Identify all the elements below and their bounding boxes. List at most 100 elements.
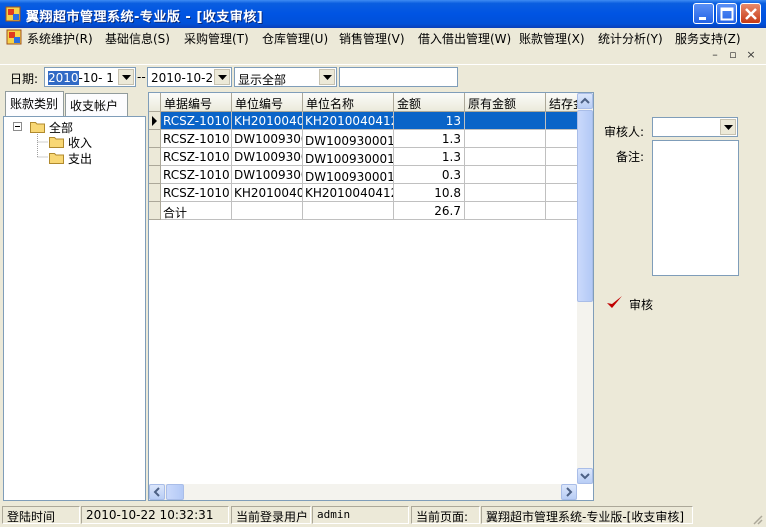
cell-amount[interactable]: 1.3 — [394, 148, 465, 166]
title-bar: 翼翔超市管理系统-专业版 - [收支审核] — [0, 0, 766, 28]
cell-original-amount[interactable] — [465, 130, 546, 148]
scroll-up-button[interactable] — [577, 93, 593, 109]
tree-node-income[interactable]: 收入 — [68, 134, 92, 151]
menu-warehouse[interactable]: 仓库管理(U) — [262, 30, 328, 47]
login-time-value: 2010-10-22 10:32:31 — [81, 506, 229, 524]
column-header[interactable]: 单据编号 — [161, 93, 232, 112]
date-to-picker[interactable]: 2010-10-22 — [147, 67, 232, 87]
cell-doc-no[interactable]: RCSZ-101016 — [161, 166, 232, 184]
mdi-controls: – ▫ × — [708, 49, 764, 63]
app-menu-icon[interactable] — [6, 29, 22, 45]
tab-account-category[interactable]: 账款类别 — [5, 91, 64, 117]
minimize-icon — [699, 17, 706, 20]
column-header[interactable]: 结存金额 — [546, 93, 578, 112]
cell-unit-no[interactable]: DW10093000 — [232, 166, 303, 184]
menu-accounts[interactable]: 账款管理(X) — [519, 30, 585, 47]
row-header-corner — [149, 93, 161, 112]
scroll-thumb[interactable] — [577, 110, 593, 302]
date-label: 日期: — [10, 72, 39, 86]
note-label: 备注: — [616, 150, 645, 164]
resize-grip-icon[interactable] — [751, 513, 763, 525]
scroll-down-button[interactable] — [577, 468, 593, 484]
cell-doc-no[interactable]: RCSZ-101016 — [161, 184, 232, 202]
child-minimize-icon[interactable]: – — [708, 49, 722, 62]
total-label: 合计 — [161, 202, 232, 220]
tree-node-expense[interactable]: 支出 — [68, 150, 92, 167]
menu-borrow-lend[interactable]: 借入借出管理(W) — [418, 30, 511, 47]
cell-unit-no[interactable]: KH201004041 — [232, 184, 303, 202]
total-amount: 26.7 — [394, 202, 465, 220]
data-grid: 单据编号 单位编号 单位名称 金额 原有金额 结存金额 RCSZ-101016 … — [148, 92, 594, 501]
total-cell — [232, 202, 303, 220]
tab-account[interactable]: 收支帐户 — [65, 93, 128, 116]
close-icon — [745, 8, 757, 20]
date-from-value: 2010-10- 1 — [48, 71, 114, 85]
cell-amount[interactable]: 13 — [394, 112, 465, 130]
maximize-button[interactable] — [716, 3, 737, 24]
maximize-icon — [720, 7, 734, 21]
close-button[interactable] — [740, 3, 761, 24]
current-page-value: 翼翔超市管理系统-专业版-[收支审核] — [481, 506, 693, 524]
column-header[interactable]: 原有金额 — [465, 93, 546, 112]
cell-doc-no[interactable]: RCSZ-101016 — [161, 148, 232, 166]
chevron-down-icon[interactable] — [214, 69, 230, 85]
cell-unit-no[interactable]: DW10093000 — [232, 148, 303, 166]
cell-balance[interactable] — [546, 112, 578, 130]
cell-unit-name[interactable]: DW100930001.八 — [303, 130, 394, 148]
cell-balance[interactable] — [546, 130, 578, 148]
cell-balance[interactable] — [546, 166, 578, 184]
cell-doc-no[interactable]: RCSZ-101016 — [161, 130, 232, 148]
scroll-left-button[interactable] — [149, 484, 165, 500]
category-tree: 全部 收入 支出 — [3, 116, 146, 501]
menu-basic-info[interactable]: 基础信息(S) — [105, 30, 170, 47]
child-restore-icon[interactable]: ▫ — [726, 49, 740, 62]
menu-system[interactable]: 系统维护(R) — [27, 30, 93, 47]
menu-statistics[interactable]: 统计分析(Y) — [598, 30, 663, 47]
cell-unit-no[interactable]: KH201004041 — [232, 112, 303, 130]
menu-support[interactable]: 服务支持(Z) — [675, 30, 741, 47]
menu-purchase[interactable]: 采购管理(T) — [184, 30, 249, 47]
cell-doc-no[interactable]: RCSZ-101016 — [161, 112, 232, 130]
cell-unit-name[interactable]: DW100930001.八 — [303, 166, 394, 184]
cell-original-amount[interactable] — [465, 112, 546, 130]
approve-button[interactable]: 审核 — [629, 296, 653, 313]
minimize-button[interactable] — [693, 3, 714, 24]
display-mode-select[interactable]: 显示全部 — [234, 67, 337, 87]
vertical-scrollbar[interactable] — [577, 93, 593, 484]
search-input[interactable] — [339, 67, 458, 87]
chevron-down-icon[interactable] — [720, 119, 736, 135]
column-header[interactable]: 金额 — [394, 93, 465, 112]
horizontal-scrollbar[interactable] — [149, 484, 577, 500]
window-title: 翼翔超市管理系统-专业版 - [收支审核] — [26, 10, 264, 25]
reviewer-select[interactable] — [652, 117, 738, 137]
filter-toolbar: 日期: 2010-10- 1 -- 2010-10-22 显示全部 — [0, 64, 766, 90]
cell-unit-name[interactable]: DW100930001.八 — [303, 148, 394, 166]
cell-unit-no[interactable]: DW10093000 — [232, 130, 303, 148]
note-textarea[interactable] — [652, 140, 739, 276]
cell-unit-name[interactable]: KH201004041205 — [303, 184, 394, 202]
cell-amount[interactable]: 1.3 — [394, 130, 465, 148]
cell-original-amount[interactable] — [465, 184, 546, 202]
scroll-right-button[interactable] — [561, 484, 577, 500]
row-header — [149, 202, 161, 220]
column-header[interactable]: 单位编号 — [232, 93, 303, 112]
column-header[interactable]: 单位名称 — [303, 93, 394, 112]
chevron-down-icon[interactable] — [319, 69, 335, 85]
cell-balance[interactable] — [546, 148, 578, 166]
cell-amount[interactable]: 10.8 — [394, 184, 465, 202]
date-to-value: 2010-10-22 — [151, 71, 221, 85]
current-user-label: 当前登录用户 — [231, 506, 311, 524]
reviewer-label: 审核人: — [604, 125, 645, 139]
current-row-indicator-icon — [149, 112, 161, 130]
scroll-thumb[interactable] — [166, 484, 184, 500]
review-panel: 审核人: 备注: 审核 — [596, 92, 764, 501]
cell-amount[interactable]: 0.3 — [394, 166, 465, 184]
cell-original-amount[interactable] — [465, 166, 546, 184]
menu-sales[interactable]: 销售管理(V) — [339, 30, 405, 47]
cell-unit-name[interactable]: KH201004041205 — [303, 112, 394, 130]
child-close-icon[interactable]: × — [744, 49, 758, 62]
cell-balance[interactable] — [546, 184, 578, 202]
date-from-picker[interactable]: 2010-10- 1 — [44, 67, 136, 87]
chevron-down-icon[interactable] — [118, 69, 134, 85]
cell-original-amount[interactable] — [465, 148, 546, 166]
